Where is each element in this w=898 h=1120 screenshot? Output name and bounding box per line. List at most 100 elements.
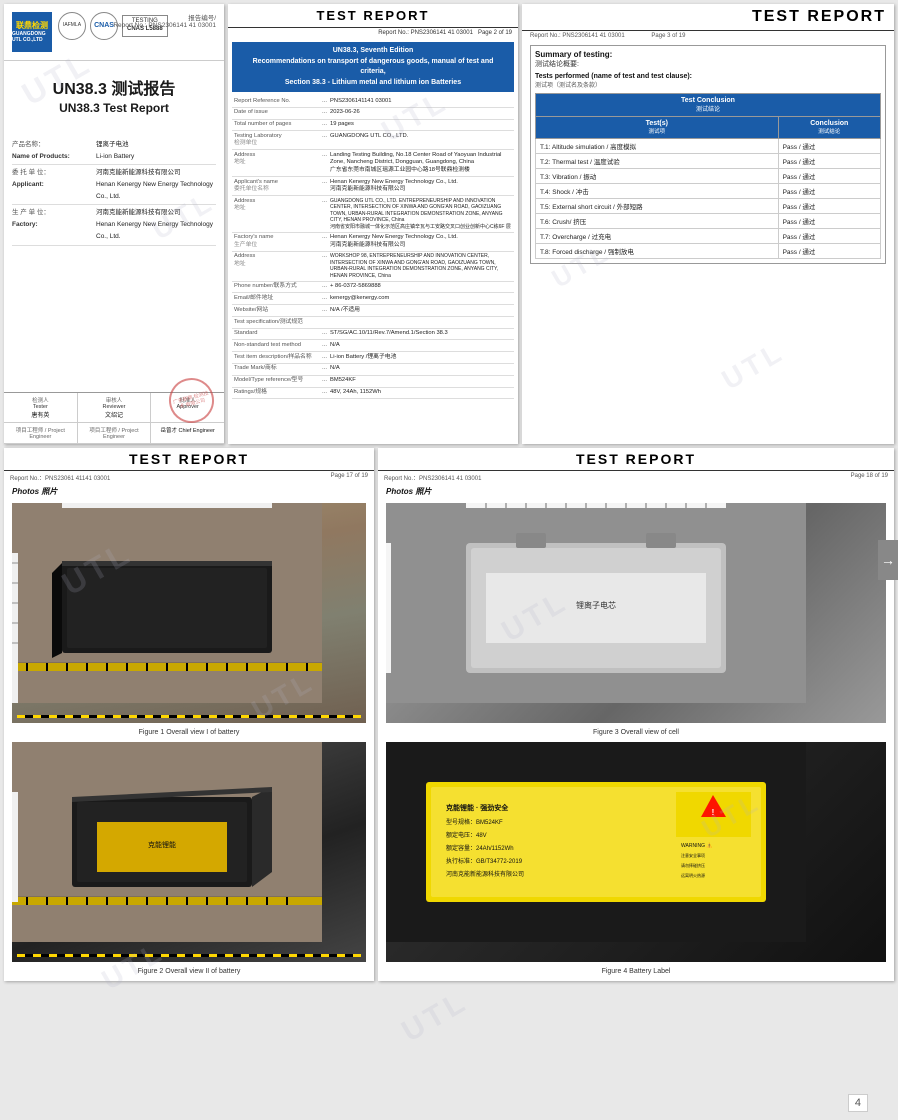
test-results-table: Test Conclusion测试结论 Test(s)测试项 Conclusio… xyxy=(535,93,881,259)
p2-value-7: Henan Kenergy New Energy Technology Co.,… xyxy=(330,234,512,249)
applicant-value-en: Henan Kenergy New Energy Technology Co.,… xyxy=(96,179,216,202)
project-eng-cell-2: 项目工程师 / Project Engineer xyxy=(78,423,152,443)
arrow-icon: → xyxy=(881,552,895,568)
battery-box-svg xyxy=(12,503,322,703)
page17-report-no: Report No.：PNS23061 41141 03001 xyxy=(10,473,110,482)
page18-header: TEST REPORT xyxy=(378,448,894,471)
test-result-2: Pass / 通过 xyxy=(778,169,880,184)
page-3: TEST REPORT Report No.: PNS2306141 41 03… xyxy=(522,4,894,444)
page17-photos-label: Photos 照片 xyxy=(4,484,374,499)
p2-label-17: Model/Type reference/型号 xyxy=(234,377,319,385)
svg-text:型号规格：BM524KF: 型号规格：BM524KF xyxy=(446,818,503,826)
p2-row-8: Address地址 ... WORKSHOP 98, ENTREPRENEURS… xyxy=(232,252,514,282)
svg-text:克能锂能: 克能锂能 xyxy=(148,840,176,849)
fig3-caption: Figure 3 Overall view of cell xyxy=(378,727,894,738)
page17-page-no: Page 17 of 19 xyxy=(331,473,368,482)
tests-performed-title: Tests performed (name of test and test c… xyxy=(535,73,881,80)
chief-engineer-name: 岳曾才 Chief Engineer xyxy=(155,426,220,434)
p2-label-7: Factory's name生产单位 xyxy=(234,234,319,249)
p2-label-11: Website/网站 xyxy=(234,307,319,315)
page1-title-section: UN38.3 测试报告 UN38.3 Test Report xyxy=(4,61,224,133)
test-row-4: T.5: External short circuit / 外部短路 Pass … xyxy=(536,199,881,214)
svg-text:注意安全事项: 注意安全事项 xyxy=(681,852,705,858)
p2-value-3: GUANGDONG UTL CO., LTD. xyxy=(330,133,512,148)
page-17: TEST REPORT Report No.：PNS23061 41141 03… xyxy=(4,448,374,981)
figure-4-photo: ! 克能锂能 · 强劲安全 型号规格：BM524KF 额定电压：48V 额定容量… xyxy=(386,742,886,962)
p2-label-10: Email/邮件地址 xyxy=(234,295,319,303)
test-name-3: T.4: Shock / 冲击 xyxy=(536,184,779,199)
svg-text:WARNING ⚠️: WARNING ⚠️ xyxy=(681,842,713,849)
col-tests: Test(s)测试项 xyxy=(536,117,779,139)
p2-label-15: Test item description/样品名称 xyxy=(234,354,319,362)
p2-value-18: 48V, 24Ah, 1152Wh xyxy=(330,389,512,397)
applicant-label-cn: 委 托 单 位： xyxy=(12,167,62,179)
test-result-4: Pass / 通过 xyxy=(778,199,880,214)
product-row: 产品名称： Name of Products: 锂离子电池 Li-ion Bat… xyxy=(12,137,216,165)
p2-label-16: Trade Mark/商标 xyxy=(234,365,319,373)
p2-label-1: Date of issue xyxy=(234,109,319,117)
page17-meta: Report No.：PNS23061 41141 03001 Page 17 … xyxy=(4,471,374,484)
reviewer-name: 文绍记 xyxy=(82,410,147,419)
p2-value-6: GUANGDONG UTL CO., LTD. ENTREPRENEURSHIP… xyxy=(330,198,512,231)
footer-row-2: 项目工程师 / Project Engineer 项目工程师 / Project… xyxy=(4,423,224,444)
col-conclusion: Conclusion测试结论 xyxy=(778,117,880,139)
page3-summary-box: Summary of testing: 测试结论概要: Tests perfor… xyxy=(530,45,886,264)
factory-row: 生 产 单 位： Factory: 河南克能新能源科技有限公司 Henan Ke… xyxy=(12,205,216,245)
battery-box-2-svg: 克能锂能 xyxy=(12,742,322,942)
p2-value-16: N/A xyxy=(330,365,512,373)
p2-value-1: 2023-06-26 xyxy=(330,109,512,117)
page2-blue-box: UN38.3, Seventh Edition Recommendations … xyxy=(232,42,514,92)
test-row-3: T.4: Shock / 冲击 Pass / 通过 xyxy=(536,184,881,199)
p2-label-14: Non-standard test method xyxy=(234,342,319,350)
page17-header: TEST REPORT xyxy=(4,448,374,471)
page-18: TEST REPORT Report No.：PNS2306141 41 030… xyxy=(378,448,894,981)
factory-label-en: Factory: xyxy=(12,219,92,231)
p2-row-18: Ratings/规格 ... 48V, 24Ah, 1152Wh xyxy=(232,388,514,400)
figure-2-photo: 克能锂能 xyxy=(12,742,366,962)
test-result-7: Pass / 通过 xyxy=(778,244,880,259)
project-eng-cell-3: 岳曾才 Chief Engineer 广东联鼎 检测技术 有限公司 xyxy=(151,423,224,443)
applicant-row: 委 托 单 位： Applicant: 河南克能新能源科技有限公司 Henan … xyxy=(12,165,216,205)
p2-row-12: Test specification/测试规范 xyxy=(232,317,514,329)
factory-label-cn: 生 产 单 位： xyxy=(12,207,62,219)
svg-text:执行标准：GB/T34772-2019: 执行标准：GB/T34772-2019 xyxy=(446,857,523,865)
p2-label-8: Address地址 xyxy=(234,253,319,279)
p2-value-10: kenergy@kenergy.com xyxy=(330,295,512,303)
fig2-caption: Figure 2 Overall view II of battery xyxy=(4,966,374,977)
p2-value-9: + 86-0372-5869888 xyxy=(330,283,512,291)
p2-row-11: Website/网站 ... N/A /不适用 xyxy=(232,305,514,317)
p2-row-7: Factory's name生产单位 ... Henan Kenergy New… xyxy=(232,233,514,252)
test-row-0: T.1: Altitude simulation / 高度模拟 Pass / 通… xyxy=(536,139,881,154)
page1-footer: 检测人 Tester 唐有英 审核人 Reviewer 文绍记 批准人 Appr… xyxy=(4,392,224,444)
applicant-label-en: Applicant: xyxy=(12,179,92,191)
p2-value-8: WORKSHOP 98, ENTREPRENEURSHIP AND INNOVA… xyxy=(330,253,512,279)
summary-title-en: 测试结论概要: xyxy=(535,59,881,69)
label-svg: ! 克能锂能 · 强劲安全 型号规格：BM524KF 额定电压：48V 额定容量… xyxy=(386,742,806,942)
logo-box: 联鼎检测 GUANGDONG UTL CO.,LTD xyxy=(12,12,52,52)
bottom-row: TEST REPORT Report No.：PNS23061 41141 03… xyxy=(4,448,894,981)
test-result-5: Pass / 通过 xyxy=(778,214,880,229)
product-value-cn: 锂离子电池 xyxy=(96,139,134,151)
p2-value-17: BM524KF xyxy=(330,377,512,385)
svg-text:远离明火热源: 远离明火热源 xyxy=(681,872,705,878)
p2-row-13: Standard ... ST/SG/AC.10/11/Rev.7/Amend.… xyxy=(232,329,514,341)
p2-value-15: Li-ion Battery /锂离子电池 xyxy=(330,354,512,362)
test-row-1: T.2: Thermal test / 温度试验 Pass / 通过 xyxy=(536,154,881,169)
test-row-5: T.6: Crush/ 挤压 Pass / 通过 xyxy=(536,214,881,229)
project-eng-cell-1: 项目工程师 / Project Engineer xyxy=(4,423,78,443)
svg-text:额定容量：24Ah/1152Wh: 额定容量：24Ah/1152Wh xyxy=(446,844,514,852)
next-page-arrow[interactable]: → xyxy=(878,540,898,580)
test-name-1: T.2: Thermal test / 温度试验 xyxy=(536,154,779,169)
p2-label-6: Address地址 xyxy=(234,198,319,231)
pages-container: 联鼎检测 GUANGDONG UTL CO.,LTD IAF MLA CNAS … xyxy=(0,0,898,985)
summary-title-cn: Summary of testing: xyxy=(535,50,881,59)
product-label-en: Name of Products: xyxy=(12,151,92,163)
p2-row-0: Report Reference No. ... PNS2306141141 0… xyxy=(232,96,514,108)
p2-row-2: Total number of pages ... 19 pages xyxy=(232,120,514,132)
page3-report-ref: Report No.: PNS2306141 41 03001 Page 3 o… xyxy=(522,31,894,41)
p2-value-12 xyxy=(325,319,512,327)
test-name-6: T.7: Overcharge / 过充电 xyxy=(536,229,779,244)
p2-label-4: Address地址 xyxy=(234,152,319,175)
p2-label-12: Test specification/测试规范 xyxy=(234,319,319,327)
svg-text:额定电压：48V: 额定电压：48V xyxy=(446,831,487,839)
